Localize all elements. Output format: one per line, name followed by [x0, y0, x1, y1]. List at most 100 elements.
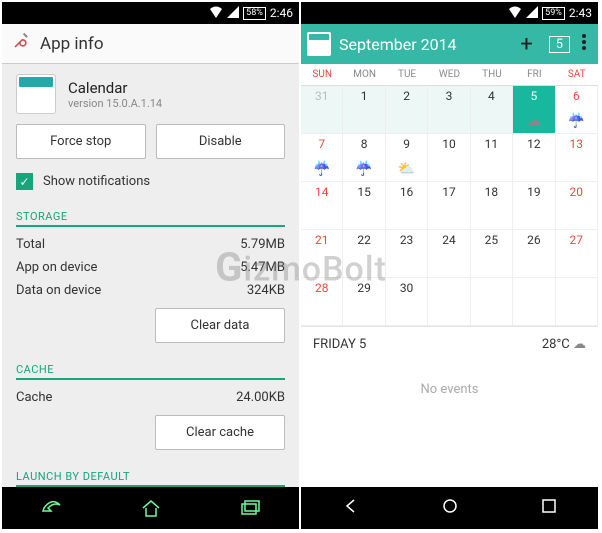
day-cell[interactable]: 7☔: [301, 134, 343, 182]
day-cell[interactable]: 29: [343, 278, 385, 326]
day-cell[interactable]: 25: [471, 230, 513, 278]
total-value: 5.79MB: [240, 237, 285, 252]
signal-icon: [227, 6, 239, 21]
cache-label: Cache: [16, 390, 52, 405]
app-on-device-value: 5.47MB: [240, 260, 285, 275]
wifi-icon: [508, 6, 522, 21]
dow-cell: FRI: [513, 64, 555, 85]
day-cell[interactable]: 10: [428, 134, 470, 182]
weather-icon: ☔: [556, 113, 597, 129]
home-button[interactable]: [141, 499, 161, 517]
day-cell[interactable]: 19: [513, 182, 555, 230]
calendar-screen: 59% 2:43 September 2014 + 5 SUNMONTUEWED…: [301, 2, 598, 529]
dow-cell: MON: [343, 64, 385, 85]
cache-value: 24.00KB: [236, 390, 285, 405]
dow-cell: THU: [471, 64, 513, 85]
selected-day-bar: FRIDAY 5 28°C ☁: [301, 326, 598, 362]
nav-bar: [301, 487, 598, 529]
status-bar: 59% 2:43: [301, 2, 598, 24]
day-cell[interactable]: 15: [343, 182, 385, 230]
day-cell[interactable]: 5☁: [513, 86, 555, 134]
force-stop-button[interactable]: Force stop: [16, 124, 146, 159]
day-cell[interactable]: 8☔: [343, 134, 385, 182]
show-notifications-row[interactable]: ✓ Show notifications: [2, 169, 299, 200]
calendar-icon[interactable]: [307, 32, 331, 56]
day-cell[interactable]: 22: [343, 230, 385, 278]
app-on-device-label: App on device: [16, 260, 97, 275]
day-cell[interactable]: 28: [301, 278, 343, 326]
day-cell[interactable]: 14: [301, 182, 343, 230]
dow-cell: TUE: [386, 64, 428, 85]
day-cell[interactable]: 30: [386, 278, 428, 326]
day-cell[interactable]: 27: [556, 230, 598, 278]
launch-section-label: LAUNCH BY DEFAULT: [2, 460, 299, 485]
day-cell[interactable]: 12: [513, 134, 555, 182]
day-cell[interactable]: 20: [556, 182, 598, 230]
nav-bar: [2, 487, 299, 529]
appinfo-screen: 58% 2:46 App info Calendar version 15.0.…: [2, 2, 299, 529]
show-notifications-label: Show notifications: [43, 174, 150, 189]
recent-button[interactable]: [240, 500, 260, 516]
app-version: version 15.0.A.1.14: [68, 97, 162, 110]
back-button[interactable]: [41, 499, 63, 517]
weather-icon: ⛅: [386, 161, 427, 177]
today-button[interactable]: 5: [549, 36, 570, 53]
day-cell[interactable]: 6☔: [556, 86, 598, 134]
day-cell[interactable]: [428, 278, 470, 326]
temperature: 28°C ☁: [542, 337, 586, 352]
weather-icon: ☁: [513, 113, 554, 129]
app-name: Calendar: [68, 79, 162, 97]
calendar-app-icon: [16, 74, 56, 114]
weather-icon: ☔: [343, 161, 384, 177]
back-button[interactable]: [342, 497, 360, 519]
signal-icon: [526, 6, 538, 21]
dow-cell: SUN: [301, 64, 343, 85]
clock: 2:46: [270, 6, 293, 20]
day-cell[interactable]: 9⛅: [386, 134, 428, 182]
home-button[interactable]: [441, 497, 459, 519]
month-grid: 3112345☁6☔7☔8☔9⛅101112131415161718192021…: [301, 86, 598, 326]
selected-day-label: FRIDAY 5: [313, 337, 366, 352]
no-events-text: No events: [301, 362, 598, 487]
disable-button[interactable]: Disable: [156, 124, 286, 159]
cache-section-label: CACHE: [2, 353, 299, 378]
day-cell[interactable]: [556, 278, 598, 326]
battery-indicator: 58%: [243, 7, 266, 20]
day-cell[interactable]: 18: [471, 182, 513, 230]
day-cell[interactable]: [513, 278, 555, 326]
calendar-header: September 2014 + 5: [301, 24, 598, 64]
app-header: Calendar version 15.0.A.1.14: [2, 64, 299, 124]
storage-section-label: STORAGE: [2, 200, 299, 225]
wifi-icon: [209, 6, 223, 21]
total-label: Total: [16, 237, 45, 252]
title-bar: App info: [2, 24, 299, 64]
day-cell[interactable]: 21: [301, 230, 343, 278]
clear-data-button[interactable]: Clear data: [155, 308, 285, 343]
day-cell[interactable]: 1: [343, 86, 385, 134]
checkbox-checked-icon[interactable]: ✓: [16, 173, 33, 190]
day-of-week-header: SUNMONTUEWEDTHUFRISAT: [301, 64, 598, 86]
dow-cell: WED: [428, 64, 470, 85]
clock: 2:43: [569, 6, 592, 20]
data-on-device-value: 324KB: [247, 283, 285, 298]
day-cell[interactable]: 26: [513, 230, 555, 278]
day-cell[interactable]: 24: [428, 230, 470, 278]
day-cell[interactable]: 3: [428, 86, 470, 134]
day-cell[interactable]: [471, 278, 513, 326]
day-cell[interactable]: 23: [386, 230, 428, 278]
recent-button[interactable]: [541, 498, 557, 518]
day-cell[interactable]: 4: [471, 86, 513, 134]
day-cell[interactable]: 13: [556, 134, 598, 182]
day-cell[interactable]: 31: [301, 86, 343, 134]
weather-icon: ☔: [301, 161, 342, 177]
day-cell[interactable]: 11: [471, 134, 513, 182]
clear-cache-button[interactable]: Clear cache: [155, 415, 285, 450]
day-cell[interactable]: 16: [386, 182, 428, 230]
cloud-icon: ☁: [573, 337, 586, 352]
day-cell[interactable]: 17: [428, 182, 470, 230]
overflow-menu-icon[interactable]: [576, 34, 592, 54]
month-label[interactable]: September 2014: [339, 35, 457, 54]
content-area: Calendar version 15.0.A.1.14 Force stop …: [2, 64, 299, 487]
add-event-button[interactable]: +: [510, 32, 542, 57]
day-cell[interactable]: 2: [386, 86, 428, 134]
